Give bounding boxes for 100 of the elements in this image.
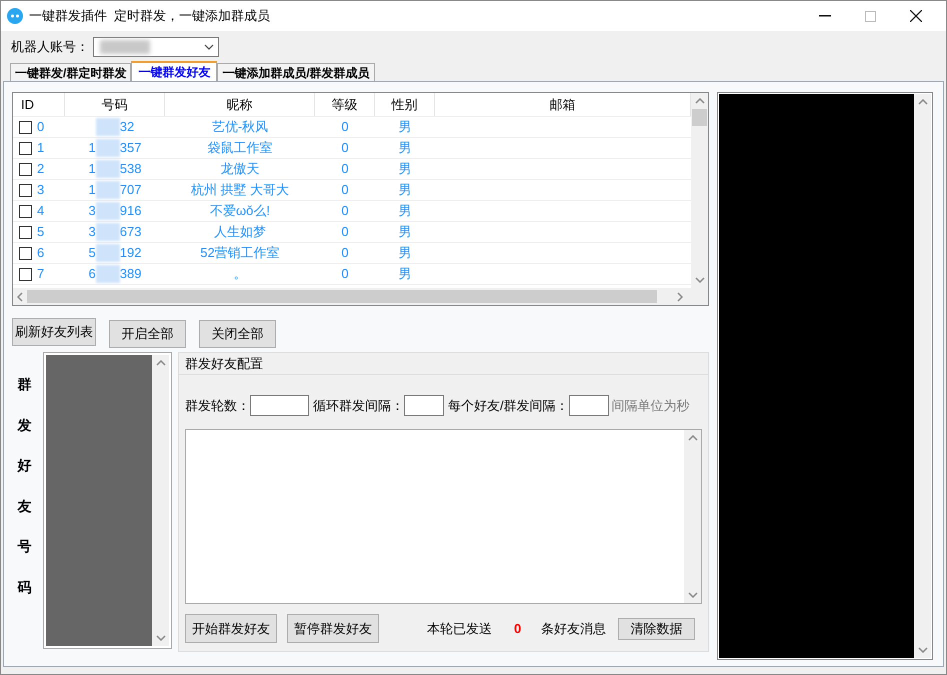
scrollbar[interactable] — [914, 94, 931, 658]
table-cell-text: 男 — [398, 244, 412, 262]
table-cell-text: 2 — [37, 160, 44, 178]
row-checkbox[interactable] — [19, 162, 32, 176]
table-cell-text: 0 — [341, 223, 349, 242]
table-cell-text: 192 — [120, 244, 142, 262]
action-button[interactable]: 开始群发好友 — [185, 614, 277, 643]
redaction-blur — [96, 202, 120, 220]
table-cell-text: 男 — [398, 265, 412, 284]
scroll-up-icon[interactable] — [688, 434, 698, 440]
table-cell-text: 0 — [341, 265, 349, 284]
field-label: 循环群发间隔： — [313, 396, 404, 415]
column-header[interactable]: 性别 — [375, 93, 435, 116]
action-button[interactable]: 开启全部 — [109, 320, 186, 348]
redaction-blur — [96, 265, 120, 283]
table-cell-text: 袋鼠工作室 — [208, 139, 272, 158]
redaction-blur — [96, 244, 120, 262]
row-checkbox[interactable] — [19, 246, 32, 260]
column-header[interactable]: 号码 — [65, 93, 165, 116]
group-title: 群发好友配置 — [185, 355, 264, 373]
table-cell-text: 4 — [37, 202, 44, 220]
scroll-down-icon[interactable] — [156, 635, 166, 641]
row-checkbox[interactable] — [19, 142, 32, 154]
row-checkbox[interactable] — [19, 204, 32, 218]
table-cell-text: 不爱ωǒ么! — [210, 202, 270, 220]
table-cell-text: 龙傲天 — [220, 160, 260, 178]
row-checkbox[interactable] — [19, 120, 32, 134]
row-checkbox[interactable] — [19, 184, 32, 196]
sent-count: 0 — [514, 620, 522, 638]
table-cell-text: 5 — [37, 223, 44, 242]
table-cell-text: 0 — [341, 118, 349, 136]
scrollbar[interactable] — [684, 430, 701, 602]
scroll-up-icon[interactable] — [694, 98, 704, 104]
table-cell-text: 杭州 拱墅 大哥大 — [190, 181, 290, 200]
redaction-blur — [96, 139, 120, 157]
table-cell-text: 。 — [234, 265, 246, 284]
redaction-blur — [96, 118, 120, 136]
table-cell-text: 男 — [398, 118, 412, 136]
table-cell-text: 人生如梦 — [214, 223, 266, 242]
side-label: 群发好友号码 — [18, 375, 32, 597]
table-cell-text: 1 — [88, 160, 96, 178]
app-logo-icon — [7, 8, 23, 24]
scroll-left-icon[interactable] — [17, 292, 23, 302]
table-cell-text: 男 — [398, 139, 412, 158]
close-icon[interactable] — [910, 10, 922, 22]
table-cell-text: 3 — [88, 202, 96, 220]
input-field[interactable] — [568, 395, 609, 416]
column-header[interactable]: 昵称 — [165, 93, 315, 116]
table-cell-text: 707 — [120, 181, 142, 200]
table-cell-text: 1 — [88, 181, 96, 200]
column-header[interactable]: ID — [13, 93, 65, 116]
scroll-thumb[interactable] — [692, 109, 707, 126]
unit-note: 间隔单位为秒 — [612, 396, 690, 415]
table-cell-text: 男 — [398, 223, 412, 242]
input-field[interactable] — [404, 395, 444, 416]
scrollbar[interactable] — [152, 355, 169, 646]
redaction-blur — [96, 223, 120, 241]
window-title: 一键群发插件 定时群发，一键添加群成员 — [29, 7, 270, 26]
table-cell-text: 916 — [120, 202, 142, 220]
table-cell-text: 0 — [341, 244, 349, 262]
table-cell-text: 男 — [398, 160, 412, 178]
scroll-down-icon[interactable] — [688, 592, 698, 598]
field-label: 每个好友/群发间隔： — [448, 396, 569, 415]
action-button[interactable]: 刷新好友列表 — [12, 318, 96, 346]
table-cell-text: 0 — [341, 181, 349, 200]
tab[interactable]: 一键群发好友 — [131, 61, 218, 81]
table-cell-text: 0 — [341, 202, 349, 220]
action-button[interactable]: 关闭全部 — [199, 320, 276, 348]
clear-button[interactable]: 清除数据 — [618, 618, 696, 640]
row-checkbox[interactable] — [19, 268, 32, 280]
scroll-down-icon[interactable] — [918, 647, 928, 653]
account-dropdown[interactable] — [93, 37, 219, 57]
table-cell-text: 1 — [37, 139, 44, 158]
table-cell-text: 673 — [120, 223, 142, 242]
horizontal-scrollbar[interactable] — [13, 288, 708, 305]
tab[interactable]: 一键群发/群定时群发 — [10, 63, 132, 81]
table-cell-text: 0 — [341, 139, 349, 158]
table-cell-text: 艺优-秋风 — [212, 118, 268, 136]
row-checkbox[interactable] — [19, 226, 32, 238]
table-cell-text: 6 — [37, 244, 44, 262]
table-cell-text: 3 — [88, 223, 96, 242]
table-cell-text: 6 — [88, 265, 96, 284]
table-cell-text: 7 — [37, 265, 44, 284]
action-button[interactable]: 暂停群发好友 — [287, 614, 379, 643]
column-header[interactable]: 等级 — [315, 93, 375, 116]
redaction-blur — [96, 181, 120, 199]
minimize-icon[interactable] — [819, 15, 831, 17]
tab[interactable]: 一键添加群成员/群发群成员 — [217, 63, 375, 81]
scrollbar[interactable] — [691, 93, 708, 288]
scroll-down-icon[interactable] — [694, 277, 704, 283]
table-cell-text: 3 — [37, 181, 44, 200]
scroll-up-icon[interactable] — [918, 99, 928, 105]
maximize-icon[interactable] — [865, 10, 876, 22]
scroll-right-icon[interactable] — [677, 292, 683, 302]
input-field[interactable] — [250, 395, 309, 416]
table-cell-text: 389 — [120, 265, 142, 284]
sent-label: 本轮已发送 — [427, 620, 492, 638]
scroll-up-icon[interactable] — [156, 360, 166, 366]
table-cell-text: 52营销工作室 — [200, 244, 280, 262]
account-label: 机器人账号： — [11, 38, 89, 56]
